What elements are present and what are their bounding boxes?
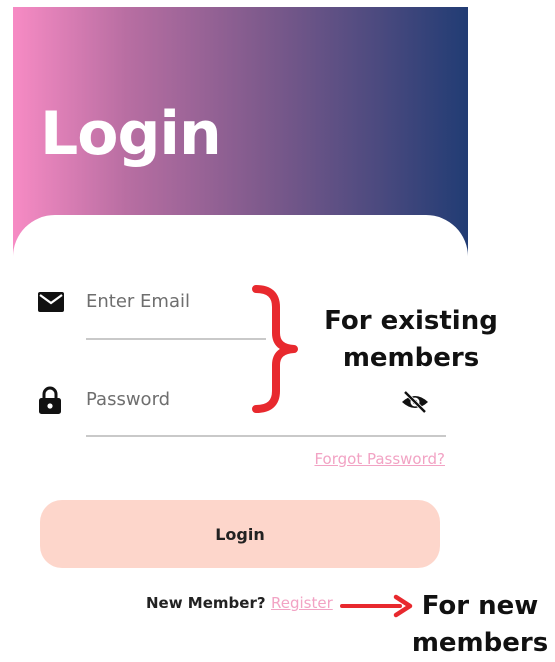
annotation-new-line1: For new	[421, 591, 539, 621]
lock-icon	[39, 386, 61, 414]
email-underline	[86, 338, 266, 340]
login-button[interactable]: Login	[40, 500, 440, 568]
annotation-new-line2: members	[411, 628, 549, 658]
page-title: Login	[40, 99, 222, 169]
password-underline	[86, 435, 446, 437]
password-input[interactable]: Password	[86, 389, 170, 410]
annotation-existing-members: For existing members	[318, 303, 504, 377]
annotation-existing-line1: For existing	[324, 306, 498, 336]
forgot-password-link[interactable]: Forgot Password?	[314, 450, 445, 468]
new-member-label: New Member?	[146, 594, 266, 612]
annotation-existing-line2: members	[342, 343, 480, 373]
envelope-icon	[38, 292, 64, 312]
eye-off-icon[interactable]	[400, 390, 430, 414]
annotation-new-members: For new members	[410, 588, 550, 662]
curly-brace-icon	[252, 285, 298, 413]
arrow-right-icon	[340, 594, 413, 618]
form-sheet	[13, 215, 468, 275]
email-input[interactable]: Enter Email	[86, 291, 190, 312]
register-link[interactable]: Register	[271, 594, 333, 612]
